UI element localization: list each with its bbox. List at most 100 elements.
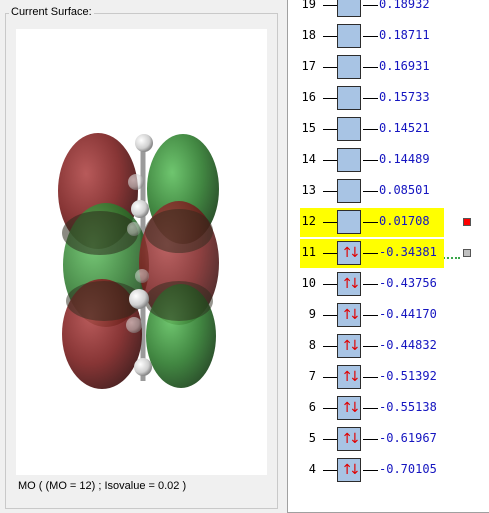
orbital-energy: -0.70105 [379, 462, 437, 476]
level-line-right [363, 408, 378, 409]
carbon-atom [127, 222, 141, 236]
mo-number: 17 [301, 59, 316, 73]
mo-energy-diagram[interactable]: 19 0.18932 18 0.18711 17 0.16931 16 0.15733 15 0.… [287, 0, 489, 513]
mo-level-14[interactable]: 14 0.14489 [288, 145, 489, 176]
mo-number: 15 [301, 121, 316, 135]
level-line-left [323, 408, 337, 409]
lobe-overlap-upper-right [145, 209, 213, 253]
orbital-energy: 0.14489 [379, 152, 430, 166]
level-line-left [323, 67, 337, 68]
mo-level-5[interactable]: 5 ↑↓ -0.61967 [288, 424, 489, 455]
orbital-box[interactable] [337, 24, 361, 48]
mo-level-15[interactable]: 15 0.14521 [288, 114, 489, 145]
level-line-right [363, 160, 378, 161]
current-surface-title: Current Surface: [9, 6, 94, 18]
orbital-box[interactable]: ↑↓ [337, 303, 361, 327]
mo-level-7[interactable]: 7 ↑↓ -0.51392 [288, 362, 489, 393]
mo-level-17[interactable]: 17 0.16931 [288, 52, 489, 83]
mo-number: 7 [308, 369, 316, 383]
hydrogen-atom [131, 200, 149, 218]
electron-pair-icon: ↑↓ [341, 245, 360, 261]
orbital-energy: 0.08501 [379, 183, 430, 197]
orbital-energy: 0.01708 [379, 214, 430, 228]
level-line-right [363, 67, 378, 68]
orbital-box[interactable] [337, 117, 361, 141]
mo-number: 14 [301, 152, 316, 166]
mo-level-13[interactable]: 13 0.08501 [288, 176, 489, 207]
carbon-atom [135, 269, 149, 283]
mo-level-19[interactable]: 19 0.18932 [288, 0, 489, 21]
level-line-right [363, 98, 378, 99]
level-line-left [323, 5, 337, 6]
mo-level-4[interactable]: 4 ↑↓ -0.70105 [288, 455, 489, 486]
level-line-right [363, 5, 378, 6]
level-line-right [363, 470, 378, 471]
level-line-right [363, 191, 378, 192]
mo-level-8[interactable]: 8 ↑↓ -0.44832 [288, 331, 489, 362]
electron-pair-icon: ↑↓ [341, 338, 360, 354]
orbital-box[interactable] [337, 210, 361, 234]
hydrogen-atom [134, 358, 152, 376]
level-line-left [323, 253, 337, 254]
orbital-energy: 0.18932 [379, 0, 430, 11]
level-line-right [363, 36, 378, 37]
level-line-left [323, 377, 337, 378]
orbital-box[interactable]: ↑↓ [337, 272, 361, 296]
mo-number: 8 [308, 338, 316, 352]
orbital-box[interactable] [337, 179, 361, 203]
lobe-overlap-upper [62, 211, 138, 255]
orbital-surface-viewer[interactable] [16, 29, 267, 475]
mo-number: 11 [301, 245, 316, 259]
orbital-box[interactable] [337, 55, 361, 79]
mo-caption: MO ( (MO = 12) ; Isovalue = 0.02 ) [18, 480, 187, 492]
orbital-box[interactable]: ↑↓ [337, 334, 361, 358]
mo-number: 6 [308, 400, 316, 414]
orbital-energy: -0.44170 [379, 307, 437, 321]
hydrogen-atom [135, 134, 153, 152]
mo-number: 19 [301, 0, 316, 11]
mo-level-9[interactable]: 9 ↑↓ -0.44170 [288, 300, 489, 331]
orbital-energy: -0.44832 [379, 338, 437, 352]
orbital-box[interactable] [337, 0, 361, 17]
selected-surface-marker[interactable] [463, 218, 471, 226]
level-line-left [323, 439, 337, 440]
orbital-box[interactable]: ↑↓ [337, 365, 361, 389]
orbital-box[interactable]: ↑↓ [337, 458, 361, 482]
hydrogen-atom [129, 289, 149, 309]
orbital-energy: -0.55138 [379, 400, 437, 414]
orbital-box[interactable] [337, 148, 361, 172]
mo-number: 5 [308, 431, 316, 445]
level-line-left [323, 470, 337, 471]
orbital-energy: 0.18711 [379, 28, 430, 42]
level-line-left [323, 191, 337, 192]
mo-level-11[interactable]: 11 ↑↓ -0.34381 [288, 238, 489, 269]
electron-pair-icon: ↑↓ [341, 369, 360, 385]
orbital-energy: -0.51392 [379, 369, 437, 383]
level-line-right [363, 284, 378, 285]
orbital-box[interactable]: ↑↓ [337, 396, 361, 420]
carbon-atom [126, 317, 142, 333]
mo-level-16[interactable]: 16 0.15733 [288, 83, 489, 114]
orbital-energy: -0.34381 [379, 245, 437, 259]
orbital-box[interactable]: ↑↓ [337, 427, 361, 451]
mo-level-12[interactable]: 12 0.01708 [288, 207, 489, 238]
surface-marker[interactable] [463, 249, 471, 257]
mo-number: 18 [301, 28, 316, 42]
orbital-render [58, 133, 219, 389]
orbital-box[interactable]: ↑↓ [337, 241, 361, 265]
orbital-energy: 0.14521 [379, 121, 430, 135]
orbital-energy: 0.15733 [379, 90, 430, 104]
lobe-overlap-lower-right [145, 281, 213, 321]
mo-level-10[interactable]: 10 ↑↓ -0.43756 [288, 269, 489, 300]
level-line-right [363, 222, 378, 223]
electron-pair-icon: ↑↓ [341, 276, 360, 292]
level-line-right [363, 377, 378, 378]
mo-level-18[interactable]: 18 0.18711 [288, 21, 489, 52]
mo-level-6[interactable]: 6 ↑↓ -0.55138 [288, 393, 489, 424]
level-line-left [323, 129, 337, 130]
level-line-right [363, 346, 378, 347]
level-line-right [363, 439, 378, 440]
orbital-box[interactable] [337, 86, 361, 110]
mo-number: 9 [308, 307, 316, 321]
mo-number: 16 [301, 90, 316, 104]
